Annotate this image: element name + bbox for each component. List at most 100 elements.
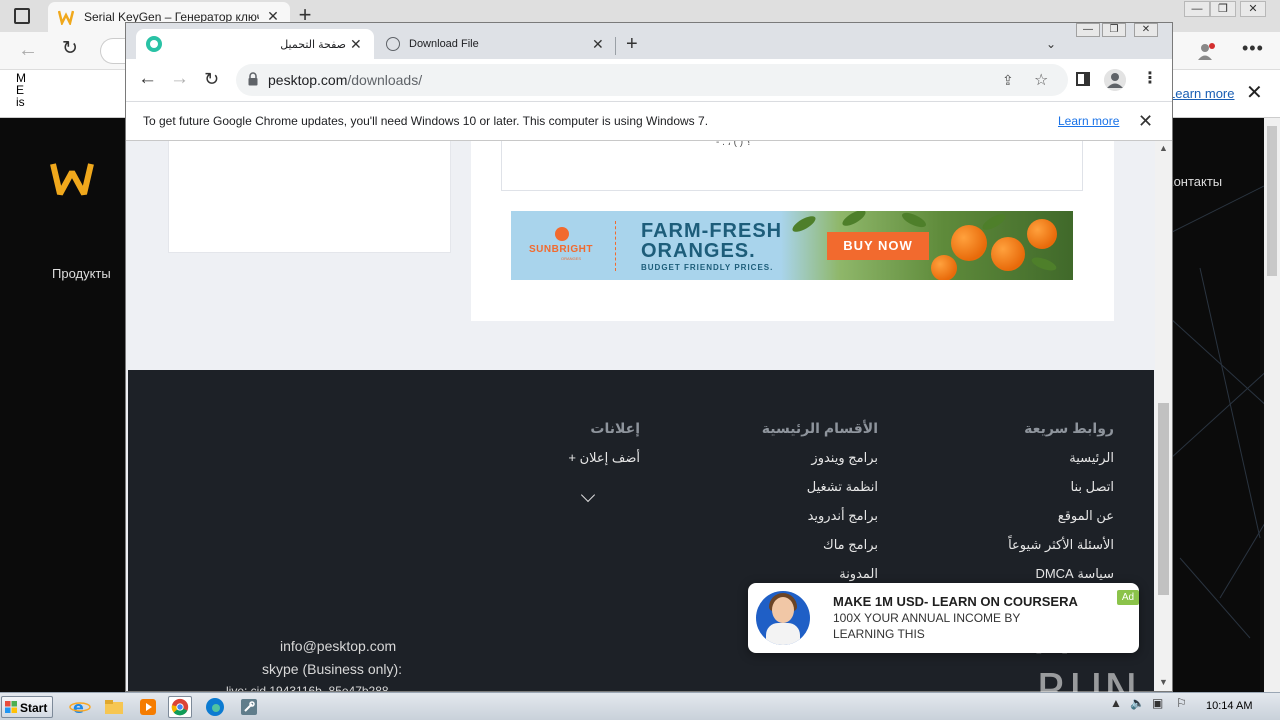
footer-link-android[interactable]: برامج أندرويد — [758, 508, 878, 524]
footer-heading-main-sections: الأقسام الرئيسية — [761, 420, 878, 436]
infobar-close-icon[interactable]: ✕ — [1138, 111, 1153, 131]
footer-link-dmca[interactable]: سياسة DMCA — [1008, 566, 1114, 582]
popup-avatar — [756, 591, 810, 645]
tab-close-icon[interactable]: ✕ — [350, 35, 362, 53]
url-domain: pesktop.com — [268, 72, 348, 88]
learn-more-link[interactable]: Learn more — [1058, 114, 1119, 128]
main-content-card: ؟ ( ) ، . - SUNBRIGHT ORANGES FARM-FRESH… — [471, 141, 1114, 321]
tab-close-icon[interactable]: ✕ — [592, 35, 604, 53]
reload-icon[interactable]: ↻ — [204, 69, 219, 89]
ad-headline: FARM-FRESH ORANGES. — [641, 220, 783, 262]
ad-subline: BUDGET FRIENDLY PRICES. — [641, 263, 774, 272]
footer-link-windows[interactable]: برامج ويندوز — [758, 450, 878, 466]
bg-scrollbar[interactable] — [1264, 118, 1280, 692]
network-icon[interactable]: ▣ — [1152, 696, 1163, 710]
profile-icon[interactable] — [1196, 41, 1216, 61]
chrome-tab-bar: صفحة التحميل ✕ Download File ✕ + ⌄ — ❐ ✕ — [126, 23, 1172, 59]
bg-minimize-button[interactable]: — — [1184, 1, 1210, 17]
chrome-icon[interactable] — [168, 696, 192, 718]
anyrun-watermark: ANY RUN — [1036, 604, 1236, 718]
sidebar-card — [168, 141, 451, 253]
edge-icon[interactable] — [203, 696, 227, 718]
inner-content-box: ؟ ( ) ، . - — [501, 141, 1083, 191]
minimize-button[interactable]: — — [1076, 23, 1100, 37]
footer-link-about[interactable]: عن الموقع — [1008, 508, 1114, 524]
footer-skype-id: live:.cid.1943116b..85e47b288 — [226, 684, 389, 692]
site-logo-icon[interactable] — [50, 160, 94, 200]
tab-title: Download File — [409, 38, 479, 50]
bg-restore-button[interactable]: ❐ — [1210, 1, 1236, 17]
nav-products-link[interactable]: Продукты — [52, 266, 111, 281]
orange-ad-banner[interactable]: SUNBRIGHT ORANGES FARM-FRESH ORANGES. BU… — [511, 211, 1073, 280]
footer-link-mac[interactable]: برامج ماك — [758, 537, 878, 553]
footer-link-os[interactable]: انظمة تشغيل — [758, 479, 878, 495]
tab-separator — [615, 37, 616, 55]
bg-more-icon[interactable]: ••• — [1242, 38, 1264, 59]
footer-skype: skype (Business only): — [262, 661, 403, 677]
tab-download-page[interactable]: صفحة التحميل ✕ — [136, 29, 374, 59]
bg-learn-more-link[interactable]: Learn more — [1168, 86, 1234, 101]
footer-heading-quick-links: روابط سريعة — [1024, 420, 1114, 436]
bg-infobar-close-icon[interactable]: ✕ — [1246, 82, 1263, 104]
bg-infobar-text: M E is — [16, 72, 26, 109]
internet-explorer-icon[interactable]: e — [68, 696, 92, 718]
url-text[interactable]: pesktop.com/downloads/ — [268, 72, 422, 88]
file-explorer-icon[interactable] — [102, 696, 126, 718]
bg-back-icon[interactable]: ← — [18, 40, 38, 60]
taskbar-clock[interactable]: 10:14 AM — [1206, 700, 1252, 712]
windows-taskbar: Start e ▲ 🔈 ▣ ⚐ 10:14 AM — [0, 692, 1280, 720]
tray-expand-icon[interactable]: ▲ — [1110, 696, 1122, 710]
forward-arrow-icon[interactable]: → — [170, 69, 189, 89]
share-icon[interactable]: ⇪ — [1002, 72, 1014, 89]
tools-icon[interactable] — [237, 696, 261, 718]
footer-link-contact[interactable]: اتصل بنا — [1008, 479, 1114, 495]
side-panel-icon[interactable] — [1076, 72, 1090, 86]
footer-link-home[interactable]: الرئيسية — [1008, 450, 1114, 466]
bg-close-button[interactable]: ✕ — [1240, 1, 1266, 17]
address-bar[interactable]: pesktop.com/downloads/ ⇪ ☆ — [236, 64, 1068, 96]
footer-heading-ads: إعلانات — [590, 420, 640, 436]
chrome-toolbar: ← → ↻ pesktop.com/downloads/ ⇪ ☆ ⋮ — [126, 59, 1172, 101]
buy-now-button[interactable]: BUY NOW — [827, 232, 929, 260]
media-player-icon[interactable] — [136, 696, 160, 718]
ad-brand: SUNBRIGHT — [529, 244, 593, 255]
tab-download-file[interactable]: Download File ✕ — [378, 29, 614, 59]
text-fragment: ؟ ( ) ، . - — [716, 141, 752, 148]
tab-title: صفحة التحميل — [280, 39, 346, 51]
close-button[interactable]: ✕ — [1134, 23, 1158, 37]
footer-link-faq[interactable]: الأسئلة الأكثر شيوعاً — [988, 537, 1114, 553]
windows-logo-icon — [5, 701, 17, 713]
scroll-thumb[interactable] — [1158, 403, 1169, 595]
ad-badge: Ad — [1117, 590, 1139, 605]
start-label: Start — [20, 701, 48, 715]
volume-icon[interactable]: 🔈 — [1130, 696, 1145, 710]
globe-icon — [386, 37, 400, 51]
action-center-flag-icon[interactable]: ⚐ — [1176, 696, 1187, 710]
profile-avatar-icon[interactable] — [1104, 69, 1126, 91]
infobar-message: To get future Google Chrome updates, you… — [143, 114, 709, 128]
bg-scroll-thumb[interactable] — [1267, 126, 1277, 276]
site-logo-icon — [58, 10, 74, 25]
svg-text:e: e — [73, 698, 84, 717]
url-path: /downloads/ — [347, 72, 423, 88]
scroll-up-arrow-icon[interactable]: ▲ — [1159, 143, 1168, 153]
tab-actions-icon[interactable] — [14, 8, 30, 24]
sun-logo-icon — [555, 227, 569, 241]
footer-email[interactable]: info@pesktop.com — [280, 638, 396, 654]
back-arrow-icon[interactable]: ← — [138, 69, 157, 89]
chevron-down-icon[interactable] — [580, 487, 596, 503]
footer-link-add-ad[interactable]: أضف إعلان + — [548, 450, 640, 466]
kebab-menu-icon[interactable]: ⋮ — [1142, 69, 1158, 89]
ad-divider — [615, 221, 616, 271]
new-tab-button[interactable]: + — [626, 34, 638, 54]
bookmark-star-icon[interactable]: ☆ — [1034, 70, 1048, 90]
update-infobar: To get future Google Chrome updates, you… — [126, 101, 1172, 141]
tab-list-chevron-icon[interactable]: ⌄ — [1046, 37, 1056, 51]
site-favicon-icon — [146, 36, 162, 52]
footer-link-blog[interactable]: المدونة — [758, 566, 878, 582]
restore-button[interactable]: ❐ — [1102, 23, 1126, 37]
bg-reload-icon[interactable]: ↻ — [62, 39, 78, 59]
ad-brand-sub: ORANGES — [561, 256, 582, 261]
lock-icon[interactable] — [248, 72, 258, 86]
start-button[interactable]: Start — [1, 696, 53, 718]
